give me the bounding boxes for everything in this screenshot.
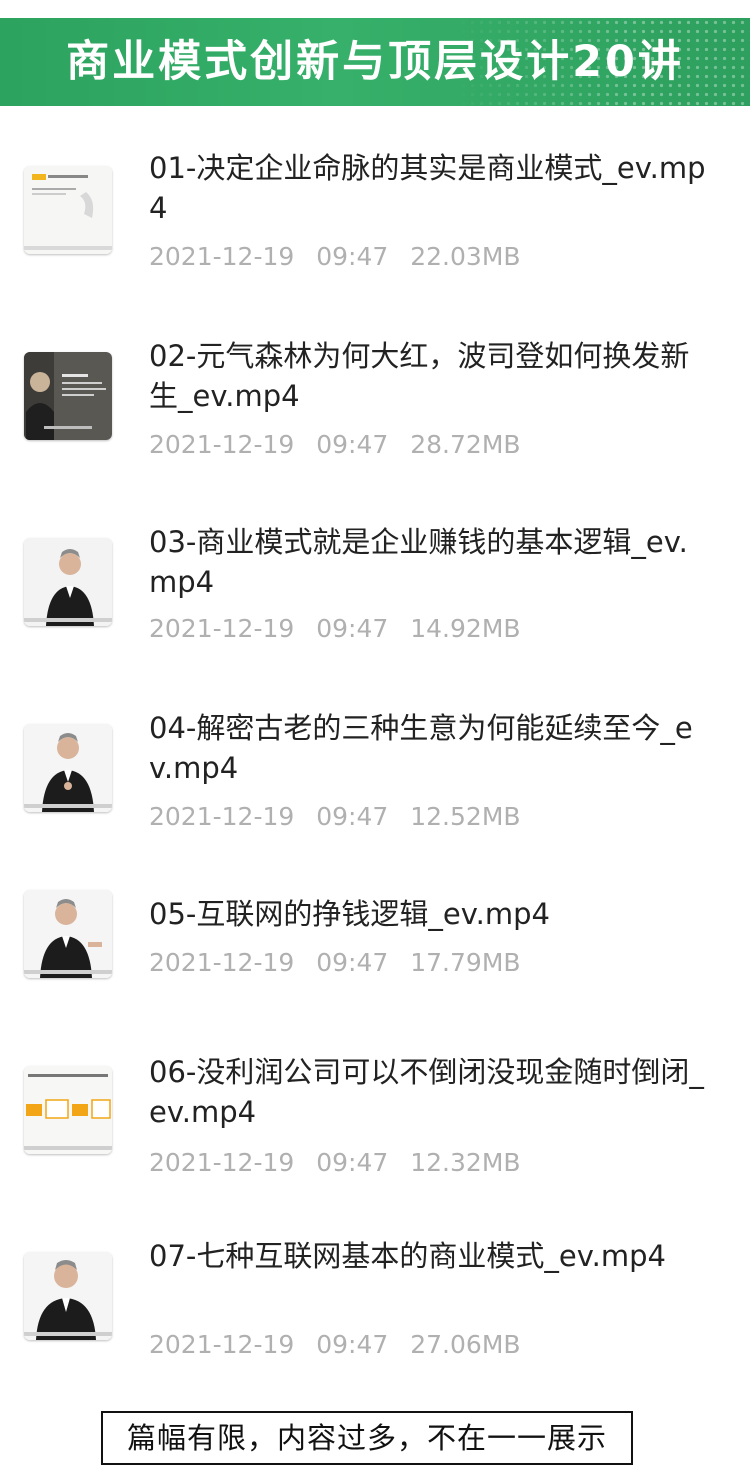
file-time: 09:47	[316, 948, 389, 977]
file-date: 2021-12-19	[149, 948, 295, 977]
slide-thumbnail-icon	[24, 166, 112, 254]
presenter-thumbnail-icon	[24, 724, 112, 812]
dark-slide-thumbnail-icon	[24, 352, 112, 440]
file-size: 22.03MB	[410, 242, 521, 271]
file-size: 28.72MB	[410, 430, 521, 459]
file-meta: 2021-12-19 09:47 27.06MB	[149, 1330, 521, 1359]
file-meta: 2021-12-19 09:47 12.32MB	[149, 1148, 521, 1177]
video-thumbnail	[24, 538, 112, 626]
presenter-thumbnail-icon	[24, 538, 112, 626]
file-name: 04-解密古老的三种生意为何能延续至今_ev.mp4	[149, 711, 693, 785]
file-date: 2021-12-19	[149, 802, 295, 831]
file-size: 12.32MB	[410, 1148, 521, 1177]
file-name: 07-七种互联网基本的商业模式_ev.mp4	[149, 1239, 666, 1273]
file-size: 17.79MB	[410, 948, 521, 977]
video-thumbnail	[24, 166, 112, 254]
file-meta: 2021-12-19 09:47 12.52MB	[149, 802, 521, 831]
file-time: 09:47	[316, 1148, 389, 1177]
file-time: 09:47	[316, 614, 389, 643]
video-thumbnail	[24, 724, 112, 812]
file-name: 06-没利润公司可以不倒闭没现金随时倒闭_ev.mp4	[149, 1055, 704, 1129]
file-meta: 2021-12-19 09:47 28.72MB	[149, 430, 521, 459]
file-name: 02-元气森林为何大红，波司登如何换发新生_ev.mp4	[149, 339, 690, 413]
file-date: 2021-12-19	[149, 1330, 295, 1359]
video-thumbnail	[24, 1252, 112, 1340]
file-size: 14.92MB	[410, 614, 521, 643]
notice-box: 篇幅有限，内容过多，不在一一展示	[101, 1411, 633, 1465]
file-time: 09:47	[316, 1330, 389, 1359]
video-thumbnail	[24, 1066, 112, 1154]
presenter-thumbnail-icon	[24, 1252, 112, 1340]
file-name: 01-决定企业命脉的其实是商业模式_ev.mp4	[149, 151, 706, 225]
file-size: 12.52MB	[410, 802, 521, 831]
file-name: 03-商业模式就是企业赚钱的基本逻辑_ev.mp4	[149, 525, 688, 599]
file-meta: 2021-12-19 09:47 22.03MB	[149, 242, 521, 271]
file-time: 09:47	[316, 242, 389, 271]
slide-thumbnail-icon	[24, 1066, 112, 1154]
video-thumbnail	[24, 352, 112, 440]
file-date: 2021-12-19	[149, 614, 295, 643]
file-size: 27.06MB	[410, 1330, 521, 1359]
file-date: 2021-12-19	[149, 430, 295, 459]
file-time: 09:47	[316, 802, 389, 831]
video-thumbnail	[24, 890, 112, 978]
file-time: 09:47	[316, 430, 389, 459]
title-banner: 商业模式创新与顶层设计20讲	[0, 18, 750, 106]
file-meta: 2021-12-19 09:47 17.79MB	[149, 948, 521, 977]
file-meta: 2021-12-19 09:47 14.92MB	[149, 614, 521, 643]
file-name: 05-互联网的挣钱逻辑_ev.mp4	[149, 897, 550, 931]
presenter-thumbnail-icon	[24, 890, 112, 978]
file-date: 2021-12-19	[149, 1148, 295, 1177]
banner-title: 商业模式创新与顶层设计20讲	[66, 37, 684, 87]
file-date: 2021-12-19	[149, 242, 295, 271]
